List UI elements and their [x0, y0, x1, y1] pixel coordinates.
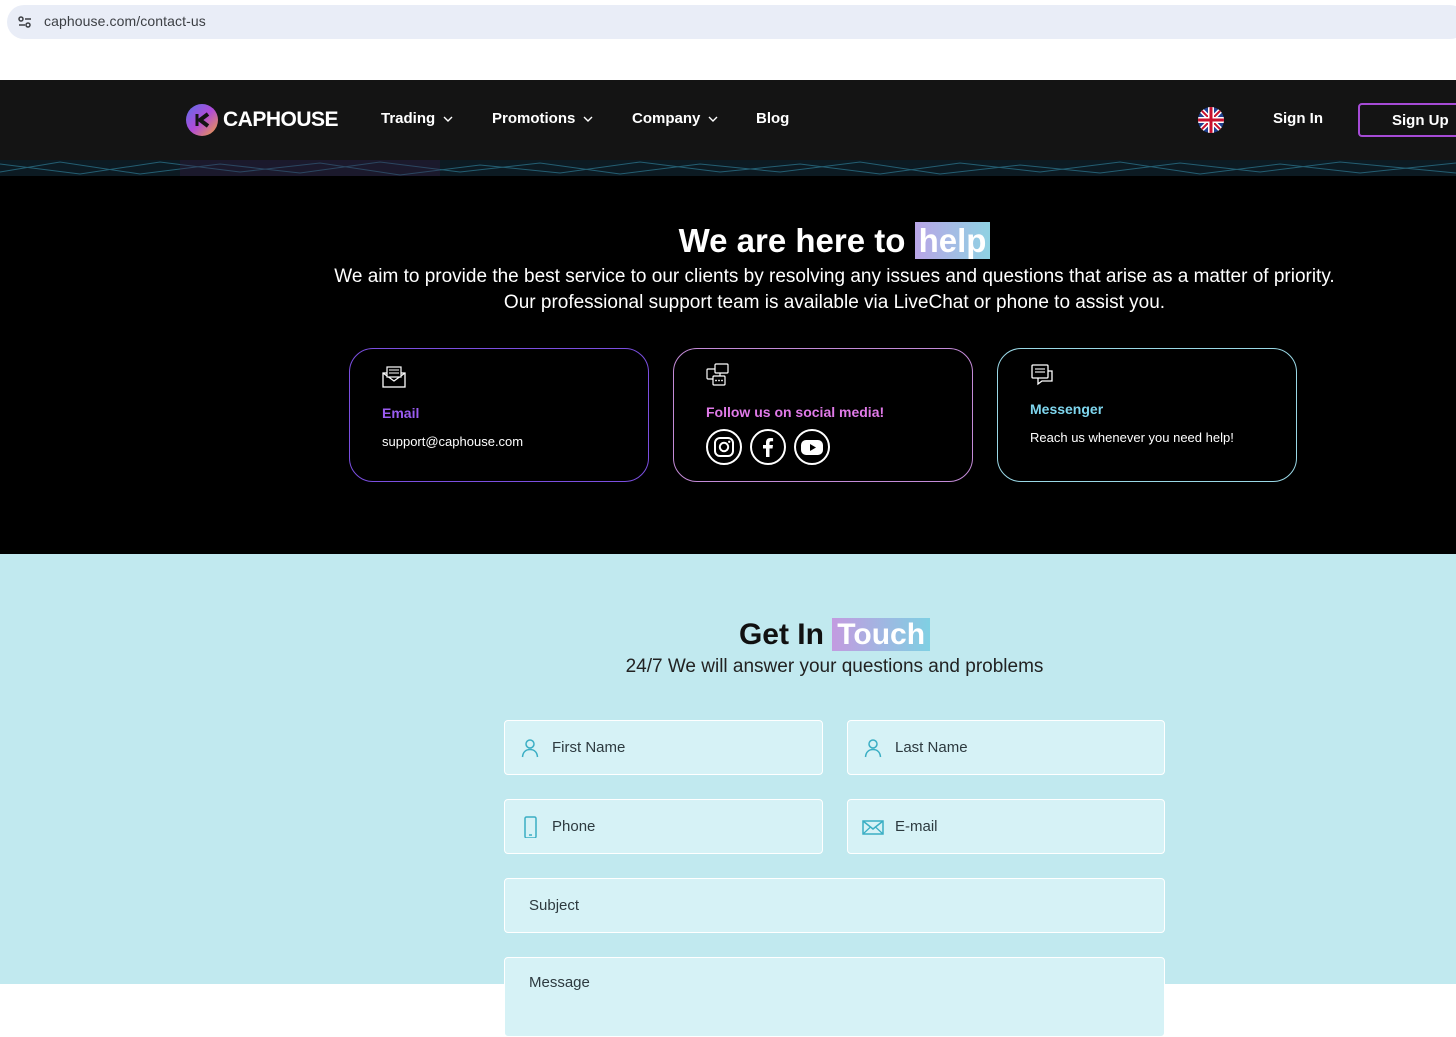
chat-bubbles-icon — [706, 363, 729, 386]
contact-title: Get In Touch — [0, 618, 1456, 652]
caphouse-logo-icon — [186, 104, 218, 136]
messenger-card-text: Reach us whenever you need help! — [1030, 430, 1234, 445]
url-text: caphouse.com/contact-us — [44, 13, 206, 29]
hero-title-highlight: help — [914, 222, 991, 259]
first-name-placeholder: First Name — [552, 739, 626, 756]
decorative-pattern — [0, 160, 1456, 176]
messenger-card-title: Messenger — [1030, 401, 1104, 417]
caphouse-logo[interactable]: CAPHOUSE — [186, 104, 339, 136]
logo-text: CAPHOUSE — [223, 108, 339, 131]
nav-company[interactable]: Company — [632, 110, 719, 127]
nav-promotions[interactable]: Promotions — [492, 110, 594, 127]
nav-label: Blog — [756, 110, 790, 127]
nav-label: Trading — [381, 110, 436, 127]
hero-title-prefix: We are here to — [678, 222, 906, 259]
chevron-down-icon — [708, 116, 718, 122]
page-top-strip — [0, 44, 1456, 80]
facebook-icon — [763, 438, 774, 457]
support-email-link[interactable]: support@caphouse.com — [382, 434, 523, 449]
hero-subtitle-line: Our professional support team is availab… — [503, 292, 1166, 313]
browser-address-bar: caphouse.com/contact-us — [0, 0, 1456, 44]
user-icon — [521, 739, 539, 758]
hero-title: We are here to help — [0, 222, 1456, 260]
nav-label: Company — [632, 110, 701, 127]
email-field[interactable]: E-mail — [847, 799, 1165, 854]
email-card: Email support@caphouse.com — [349, 348, 649, 482]
contact-subtitle: 24/7 We will answer your questions and p… — [625, 656, 1044, 677]
hero-subtitle-line: We aim to provide the best service to ou… — [334, 266, 1335, 287]
instagram-icon — [714, 437, 734, 457]
tune-icon[interactable] — [17, 14, 33, 30]
nav-label: Promotions — [492, 110, 576, 127]
mesh-pattern-icon — [0, 160, 1456, 176]
contact-title-prefix: Get In — [738, 618, 824, 651]
facebook-button[interactable] — [750, 429, 786, 465]
mail-icon — [862, 820, 884, 835]
sign-up-button[interactable]: Sign Up — [1358, 103, 1456, 137]
social-media-card: Follow us on social media! — [673, 348, 973, 482]
site-navbar: CAPHOUSE Trading Promotions Company Blog… — [0, 80, 1456, 160]
hero-section: We are here to help We aim to provide th… — [0, 176, 1456, 554]
phone-field[interactable]: Phone — [504, 799, 823, 854]
envelope-icon — [382, 366, 406, 388]
email-placeholder: E-mail — [895, 818, 938, 835]
social-card-title: Follow us on social media! — [706, 404, 885, 420]
phone-placeholder: Phone — [552, 818, 596, 835]
contact-section: Get In Touch 24/7 We will answer your qu… — [0, 554, 1456, 1037]
youtube-button[interactable] — [794, 429, 830, 465]
first-name-field[interactable]: First Name — [504, 720, 823, 775]
message-placeholder: Message — [529, 974, 590, 991]
last-name-placeholder: Last Name — [895, 739, 968, 756]
subject-field[interactable]: Subject — [504, 878, 1165, 933]
instagram-button[interactable] — [706, 429, 742, 465]
chevron-down-icon — [583, 116, 593, 122]
messenger-card: Messenger Reach us whenever you need hel… — [997, 348, 1297, 482]
user-icon — [864, 739, 882, 758]
youtube-icon — [801, 440, 823, 455]
uk-flag-icon[interactable] — [1198, 107, 1224, 133]
last-name-field[interactable]: Last Name — [847, 720, 1165, 775]
url-field[interactable]: caphouse.com/contact-us — [7, 5, 1456, 39]
phone-icon — [524, 816, 537, 838]
nav-trading[interactable]: Trading — [381, 110, 454, 127]
subject-placeholder: Subject — [529, 897, 580, 914]
message-field[interactable]: Message — [504, 957, 1165, 1037]
contact-title-highlight: Touch — [832, 618, 931, 651]
hero-subtitle: We aim to provide the best service to ou… — [0, 264, 1456, 316]
chevron-down-icon — [443, 116, 453, 122]
sign-in-button[interactable]: Sign In — [1273, 110, 1323, 127]
nav-blog[interactable]: Blog — [756, 110, 789, 127]
email-card-title: Email — [382, 405, 420, 421]
message-icon — [1031, 364, 1053, 386]
